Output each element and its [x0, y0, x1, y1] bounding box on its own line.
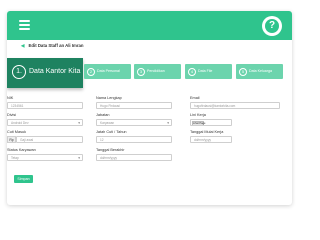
step-label: Data File	[198, 69, 213, 73]
top-bar: ?	[7, 11, 292, 40]
back-icon[interactable]: ◀	[21, 43, 24, 48]
jatah-cuti-label: Jatah Cuti / Tahun	[96, 130, 127, 134]
currency-prefix: Rp	[7, 136, 16, 143]
divisi-select[interactable]: Android Dev ▾	[7, 119, 83, 126]
chevron-down-icon: ▾	[78, 121, 80, 125]
page-title-text: Edit Data Staff an Ali Imran	[28, 43, 84, 48]
cuti-masuk-input[interactable]: Gaji awal	[16, 136, 83, 143]
step-label: Data Personal	[97, 69, 120, 73]
email-input[interactable]: hugofirdausi@kantorkita.com	[190, 102, 280, 109]
lini-kerja-file-input[interactable]: Lihat Page	[190, 119, 232, 126]
tanggal-berakhir-label: Tanggal Berakhir	[96, 148, 125, 152]
step-label: Pendidikan	[147, 69, 165, 73]
lini-kerja-file-button[interactable]: Lihat Page	[192, 120, 205, 125]
hamburger-icon[interactable]	[19, 20, 30, 30]
tanggal-mulai-kerja-label: Tanggal Mulai Kerja	[190, 130, 224, 134]
help-button[interactable]: ?	[262, 16, 282, 36]
chevron-down-icon: ▾	[167, 121, 169, 125]
jatah-cuti-input[interactable]: 12	[96, 136, 172, 143]
status-karyawan-value: Tetap	[11, 156, 19, 160]
lini-kerja-label: Lini Kerja	[190, 113, 206, 117]
step-number: 5	[239, 67, 247, 76]
step-3[interactable]: 3 Pendidikan	[134, 64, 181, 79]
jabatan-select[interactable]: Karyawan ▾	[96, 119, 172, 126]
chevron-down-icon: ▾	[78, 156, 80, 160]
step-number: 4	[188, 67, 196, 76]
page-title: ◀ Edit Data Staff an Ali Imran	[21, 43, 84, 49]
tanggal-berakhir-input[interactable]: dd/mm/yyyy	[96, 154, 172, 161]
tanggal-mulai-kerja-input[interactable]: dd/mm/yyyy	[190, 136, 232, 143]
step-5[interactable]: 5 Data Keluarga	[236, 64, 283, 79]
step-label: Data Kantor Kita	[29, 68, 81, 75]
app-window: ? ◀ Edit Data Staff an Ali Imran 1. Data…	[7, 11, 292, 205]
submit-button[interactable]: Simpan	[14, 175, 33, 183]
divisi-value: Android Dev	[11, 121, 29, 125]
nik-label: NIK	[7, 96, 14, 100]
jabatan-label: Jabatan	[96, 113, 110, 117]
email-label: Email	[190, 96, 200, 100]
nama-lengkap-label: Nama Lengkap	[96, 96, 122, 100]
question-icon: ?	[265, 19, 279, 33]
nama-lengkap-input[interactable]: Hugo Firdausi	[96, 102, 172, 109]
divisi-label: Divisi	[7, 113, 17, 117]
step-number: 1.	[12, 65, 26, 79]
status-karyawan-label: Status Karyawan	[7, 148, 36, 152]
step-number: 2	[87, 67, 95, 76]
step-label: Data Keluarga	[249, 69, 272, 73]
step-2[interactable]: 2 Data Personal	[84, 64, 131, 79]
step-1-active[interactable]: 1. Data Kantor Kita	[7, 58, 83, 88]
nik-input[interactable]: 1234561	[7, 102, 83, 109]
cuti-masuk-label: Cuti Masuk	[7, 130, 26, 134]
step-number: 3	[137, 67, 145, 76]
step-4[interactable]: 4 Data File	[185, 64, 232, 79]
stepper: 1. Data Kantor Kita 2 Data Personal 3 Pe…	[7, 58, 292, 92]
status-karyawan-select[interactable]: Tetap ▾	[7, 154, 83, 161]
jabatan-value: Karyawan	[100, 121, 115, 125]
